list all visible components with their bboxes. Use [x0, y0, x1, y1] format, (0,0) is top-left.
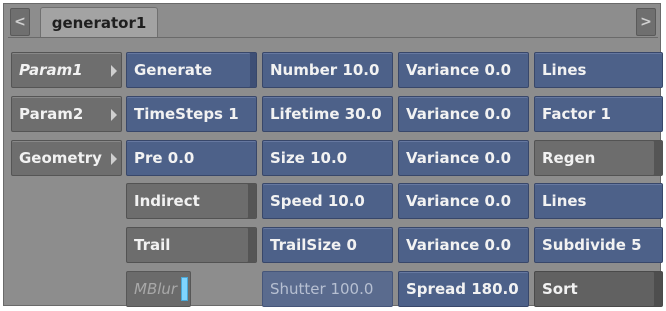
trailsize-field[interactable]: TrailSize 0	[262, 227, 393, 263]
size-field[interactable]: Size 10.0	[262, 140, 393, 176]
lines-render-button[interactable]: Lines	[534, 183, 663, 219]
chevron-right-icon: >	[640, 14, 652, 30]
lifetime-field[interactable]: Lifetime 30.0	[262, 96, 393, 132]
nav-param1-button[interactable]: Param1	[11, 52, 122, 88]
nav-param2-label: Param2	[19, 105, 84, 123]
tab-scroll-right-button[interactable]: >	[636, 8, 656, 36]
triangle-right-icon	[111, 109, 117, 121]
tab-divider	[8, 37, 658, 38]
size-variance-field[interactable]: Variance 0.0	[398, 140, 529, 176]
factor-field[interactable]: Factor 1	[534, 96, 663, 132]
number-field[interactable]: Number 10.0	[262, 52, 393, 88]
trailsize-variance-field[interactable]: Variance 0.0	[398, 227, 529, 263]
pre-field[interactable]: Pre 0.0	[126, 140, 257, 176]
indirect-toggle[interactable]: Indirect	[126, 183, 257, 219]
timesteps-field[interactable]: TimeSteps 1	[126, 96, 257, 132]
lines-mode-button[interactable]: Lines	[534, 52, 663, 88]
chevron-left-icon: <	[14, 14, 26, 30]
regen-toggle[interactable]: Regen	[534, 140, 663, 176]
tab-scroll-left-button[interactable]: <	[10, 8, 30, 36]
subdivide-field[interactable]: Subdivide 5	[534, 227, 663, 263]
number-variance-field[interactable]: Variance 0.0	[398, 52, 529, 88]
nav-geometry-button[interactable]: Geometry	[11, 140, 122, 176]
mblur-label: MBlur	[134, 280, 178, 298]
mblur-indicator	[181, 277, 188, 301]
nav-geometry-label: Geometry	[19, 149, 102, 167]
speed-field[interactable]: Speed 10.0	[262, 183, 393, 219]
shutter-field[interactable]: Shutter 100.0	[262, 271, 393, 307]
triangle-right-icon	[111, 153, 117, 165]
nav-param2-button[interactable]: Param2	[11, 96, 122, 132]
spread-field[interactable]: Spread 180.0	[398, 271, 529, 307]
triangle-right-icon	[111, 65, 117, 77]
sort-toggle[interactable]: Sort	[534, 271, 663, 307]
nav-param1-label: Param1	[19, 61, 83, 79]
tab-generator1[interactable]: generator1	[40, 7, 158, 37]
trail-toggle[interactable]: Trail	[126, 227, 257, 263]
lifetime-variance-field[interactable]: Variance 0.0	[398, 96, 529, 132]
speed-variance-field[interactable]: Variance 0.0	[398, 183, 529, 219]
mblur-toggle[interactable]: MBlur	[126, 271, 191, 307]
generate-button[interactable]: Generate	[126, 52, 257, 88]
